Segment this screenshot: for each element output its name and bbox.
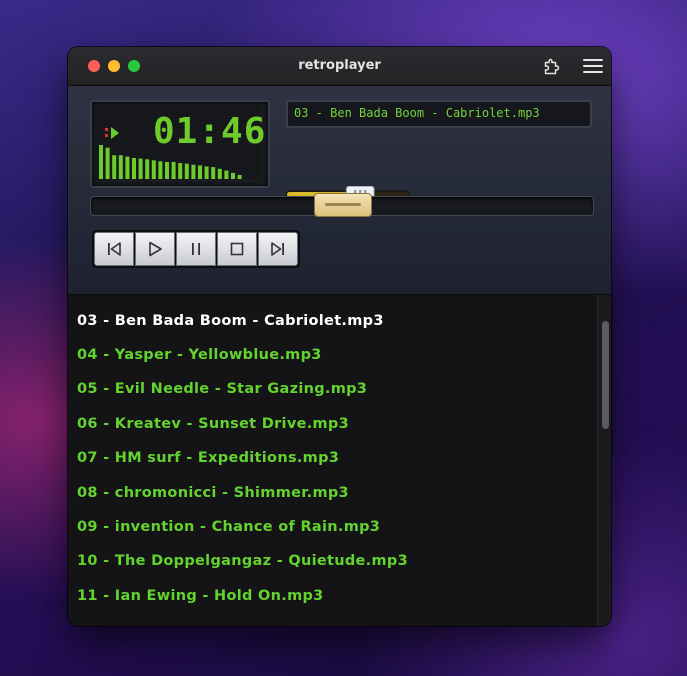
playlist-item[interactable]: 11 - Ian Ewing - Hold On.mp3 bbox=[77, 588, 324, 604]
spectrum-bar bbox=[118, 155, 123, 179]
playlist-item[interactable]: 05 - Evil Needle - Star Gazing.mp3 bbox=[77, 381, 367, 397]
now-playing-box: 03 - Ben Bada Boom - Cabriolet.mp3 bbox=[286, 100, 592, 128]
spectrum-bar bbox=[158, 161, 163, 179]
play-status-icon bbox=[105, 125, 123, 139]
spectrum-bar bbox=[178, 163, 183, 179]
menu-icon[interactable] bbox=[582, 57, 604, 75]
spectrum-bar bbox=[99, 145, 103, 179]
spectrum-bar bbox=[165, 162, 169, 179]
previous-button[interactable] bbox=[94, 232, 134, 266]
next-button[interactable] bbox=[258, 232, 298, 266]
lcd-display: 01:46 bbox=[90, 100, 270, 188]
playlist: 03 - Ben Bada Boom - Cabriolet.mp3 04 - … bbox=[68, 295, 611, 626]
spectrum-bar bbox=[171, 162, 176, 179]
title-bar: retroplayer bbox=[68, 47, 611, 86]
spectrum-bar bbox=[138, 158, 143, 179]
playlist-item[interactable]: 09 - invention - Chance of Rain.mp3 bbox=[77, 519, 380, 535]
spectrum-bar bbox=[132, 157, 136, 179]
seek-thumb[interactable] bbox=[314, 193, 372, 217]
stop-icon bbox=[230, 242, 244, 256]
player-deck: 01:46 03 - Ben Bada Boom - Cabriolet.mp3 bbox=[68, 86, 611, 295]
spectrum-bar bbox=[198, 165, 202, 179]
play-button[interactable] bbox=[135, 232, 175, 266]
spectrum-bar bbox=[204, 166, 209, 179]
spectrum-bar bbox=[224, 170, 229, 179]
playlist-item[interactable]: 10 - The Doppelgangaz - Quietude.mp3 bbox=[77, 553, 408, 569]
stop-button[interactable] bbox=[217, 232, 257, 266]
spectrum-bar bbox=[145, 159, 150, 179]
window-title: retroplayer bbox=[298, 58, 381, 73]
spectrum-bar bbox=[231, 172, 235, 179]
playlist-item[interactable]: 06 - Kreatev - Sunset Drive.mp3 bbox=[77, 416, 349, 432]
puzzle-icon[interactable] bbox=[542, 57, 562, 77]
playlist-scrollbar[interactable] bbox=[597, 295, 611, 626]
playlist-item[interactable]: 04 - Yasper - Yellowblue.mp3 bbox=[77, 347, 322, 363]
seek-bar[interactable] bbox=[90, 193, 594, 217]
spectrum-bar bbox=[237, 174, 242, 179]
spectrum-bar bbox=[191, 164, 196, 179]
transport-controls bbox=[92, 230, 300, 268]
skip-forward-icon bbox=[271, 242, 284, 256]
spectrum-bar bbox=[184, 163, 189, 179]
player-window: retroplayer 01:46 03 - Ben Bada Boom - C… bbox=[68, 47, 611, 626]
playlist-item-current[interactable]: 03 - Ben Bada Boom - Cabriolet.mp3 bbox=[77, 313, 384, 329]
spectrum-bar bbox=[105, 147, 110, 179]
skip-back-icon bbox=[108, 242, 121, 256]
spectrum-bar bbox=[151, 160, 156, 179]
pause-icon bbox=[192, 243, 200, 255]
scrollbar-thumb[interactable] bbox=[602, 321, 609, 429]
playlist-item[interactable]: 08 - chromonicci - Shimmer.mp3 bbox=[77, 485, 349, 501]
now-playing-title: 03 - Ben Bada Boom - Cabriolet.mp3 bbox=[294, 106, 540, 120]
spectrum-bar bbox=[125, 156, 130, 179]
spectrum-bar bbox=[211, 167, 216, 179]
playlist-item[interactable]: 07 - HM surf - Expeditions.mp3 bbox=[77, 450, 339, 466]
spectrum-bar bbox=[217, 168, 222, 179]
spectrum-bar bbox=[112, 155, 117, 179]
play-icon bbox=[149, 241, 162, 257]
pause-button[interactable] bbox=[176, 232, 216, 266]
spectrum-visualizer bbox=[99, 145, 242, 179]
